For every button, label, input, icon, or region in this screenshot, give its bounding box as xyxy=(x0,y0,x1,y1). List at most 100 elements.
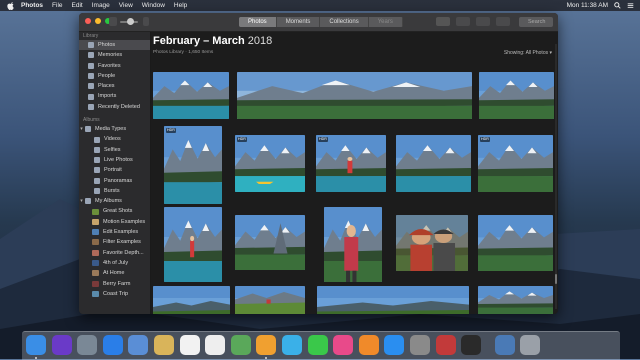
close-button[interactable] xyxy=(85,18,91,24)
itunes-icon[interactable] xyxy=(333,335,354,355)
sidebar-item-media-types[interactable]: ▾ Media Types xyxy=(79,124,150,134)
maps-icon[interactable] xyxy=(230,335,251,355)
photo-thumbnail[interactable] xyxy=(164,207,222,282)
scrollbar[interactable] xyxy=(555,44,557,309)
calendar-icon[interactable] xyxy=(179,335,200,355)
zoom-slider-knob[interactable] xyxy=(127,18,134,25)
sidebar-item-people[interactable]: People xyxy=(79,71,150,81)
photo-image xyxy=(235,286,305,314)
menu-help[interactable]: Help xyxy=(174,2,187,9)
sidebar-item-at-home[interactable]: At Home xyxy=(79,268,150,278)
clock[interactable]: Mon 11:38 AM xyxy=(567,2,608,9)
scroll-thumb[interactable] xyxy=(555,274,557,284)
sidebar-item-berry-farm[interactable]: Berry Farm xyxy=(79,279,150,289)
tab-collections[interactable]: Collections xyxy=(320,17,369,27)
sidebar-item-coast-trip[interactable]: Coast Trip xyxy=(79,289,150,299)
photo-thumbnail[interactable] xyxy=(479,72,554,119)
folder-icon xyxy=(85,126,91,133)
photo-thumbnail[interactable] xyxy=(396,215,468,271)
terminal-icon[interactable] xyxy=(461,335,482,355)
sidebar-item-places[interactable]: Places xyxy=(79,81,150,91)
minimize-button[interactable] xyxy=(95,18,101,24)
photo-thumbnail[interactable]: HDR xyxy=(235,135,305,192)
sidebar-item-favorites[interactable]: Favorites xyxy=(79,61,150,71)
sidebar-toggle-icon[interactable] xyxy=(109,17,117,26)
app-store-icon[interactable] xyxy=(384,335,405,355)
photos-icon[interactable] xyxy=(256,335,277,355)
photo-image xyxy=(235,215,305,270)
sidebar-item-live-photos[interactable]: Live Photos xyxy=(79,155,150,165)
photo-thumbnail[interactable]: HDR xyxy=(316,135,386,192)
sidebar-item-label: Recently Deleted xyxy=(98,103,140,110)
hdr-badge: HDR xyxy=(480,137,490,142)
mail-icon[interactable] xyxy=(128,335,149,355)
menu-view[interactable]: View xyxy=(119,2,133,9)
showing-filter[interactable]: Showing: All Photos ▾ xyxy=(504,50,552,56)
search-input[interactable]: Search xyxy=(519,17,553,27)
menu-image[interactable]: Image xyxy=(92,2,110,9)
apple-menu-icon[interactable] xyxy=(7,1,15,10)
sidebar-item-4th-of-july[interactable]: 4th of July xyxy=(79,258,150,268)
heart-icon xyxy=(88,62,94,69)
sidebar-item-great-shots[interactable]: Great Shots xyxy=(79,206,150,216)
finder-icon[interactable] xyxy=(26,335,46,355)
year: 2018 xyxy=(247,35,273,47)
photo-thumbnail[interactable] xyxy=(478,215,553,271)
share-icon[interactable] xyxy=(496,17,510,26)
photo-thumbnail[interactable] xyxy=(235,215,305,270)
photo-thumbnail[interactable] xyxy=(396,135,471,192)
sidebar-item-favorite-depth[interactable]: Favorite Depth... xyxy=(79,248,150,258)
photo-thumbnail[interactable] xyxy=(153,286,230,314)
sidebar-item-my-albums[interactable]: ▾ My Albums xyxy=(79,196,150,206)
menu-window[interactable]: Window xyxy=(142,2,165,9)
sidebar-item-motion-examples[interactable]: Motion Examples xyxy=(79,217,150,227)
favorite-icon[interactable] xyxy=(456,17,470,26)
downloads-icon[interactable] xyxy=(494,335,515,355)
sidebar-item-recently-deleted[interactable]: Recently Deleted xyxy=(79,102,150,112)
messages-icon[interactable] xyxy=(282,335,302,355)
tab-moments[interactable]: Moments xyxy=(277,17,321,27)
fit-icon[interactable] xyxy=(143,17,149,26)
photo-booth-icon[interactable] xyxy=(435,335,456,355)
photo-thumbnail[interactable]: HDR xyxy=(478,135,553,192)
menu-list-icon[interactable] xyxy=(627,2,634,9)
sidebar-item-filter-examples[interactable]: Filter Examples xyxy=(79,237,150,247)
sidebar: Library Photos Memories Favorites People Pla… xyxy=(79,32,151,314)
photo-thumbnail[interactable] xyxy=(237,72,472,119)
sidebar-item-bursts[interactable]: Bursts xyxy=(79,186,150,196)
photo-thumbnail[interactable] xyxy=(478,286,553,314)
photo-thumbnail[interactable]: HDR xyxy=(164,126,222,204)
sidebar-item-edit-examples[interactable]: Edit Examples xyxy=(79,227,150,237)
reminders-icon[interactable] xyxy=(205,335,226,355)
menu-app-name[interactable]: Photos xyxy=(21,2,43,9)
rotate-icon[interactable] xyxy=(476,17,490,26)
notes-icon[interactable] xyxy=(154,335,174,355)
ibooks-icon[interactable] xyxy=(358,335,379,355)
photo-image xyxy=(479,72,554,119)
sidebar-item-imports[interactable]: Imports xyxy=(79,91,150,101)
disclosure-down-icon[interactable]: ▾ xyxy=(79,196,84,206)
system-preferences-icon[interactable] xyxy=(410,335,430,355)
sidebar-item-memories[interactable]: Memories xyxy=(79,50,150,60)
photo-thumbnail[interactable] xyxy=(317,286,469,314)
disclosure-down-icon[interactable]: ▾ xyxy=(79,124,84,134)
sidebar-item-selfies[interactable]: Selfies xyxy=(79,145,150,155)
photo-thumbnail[interactable] xyxy=(324,207,382,282)
sidebar-item-portrait[interactable]: Portrait xyxy=(79,165,150,175)
menu-edit[interactable]: Edit xyxy=(72,2,83,9)
photo-thumbnail[interactable] xyxy=(153,72,229,119)
info-icon[interactable] xyxy=(436,17,450,26)
safari-icon[interactable] xyxy=(102,335,123,355)
facetime-icon[interactable] xyxy=(307,335,328,355)
sidebar-item-panoramas[interactable]: Panoramas xyxy=(79,176,150,186)
siri-icon[interactable] xyxy=(51,335,72,355)
launchpad-icon[interactable] xyxy=(77,335,98,355)
tab-photos[interactable]: Photos xyxy=(239,17,277,27)
sidebar-item-videos[interactable]: Videos xyxy=(79,134,150,144)
spotlight-icon[interactable] xyxy=(614,2,621,9)
sidebar-item-photos[interactable]: Photos xyxy=(79,40,150,51)
trash-icon[interactable] xyxy=(520,335,541,355)
photo-thumbnail[interactable] xyxy=(235,286,305,314)
menu-file[interactable]: File xyxy=(52,2,62,9)
tab-years[interactable]: Years xyxy=(369,17,403,27)
